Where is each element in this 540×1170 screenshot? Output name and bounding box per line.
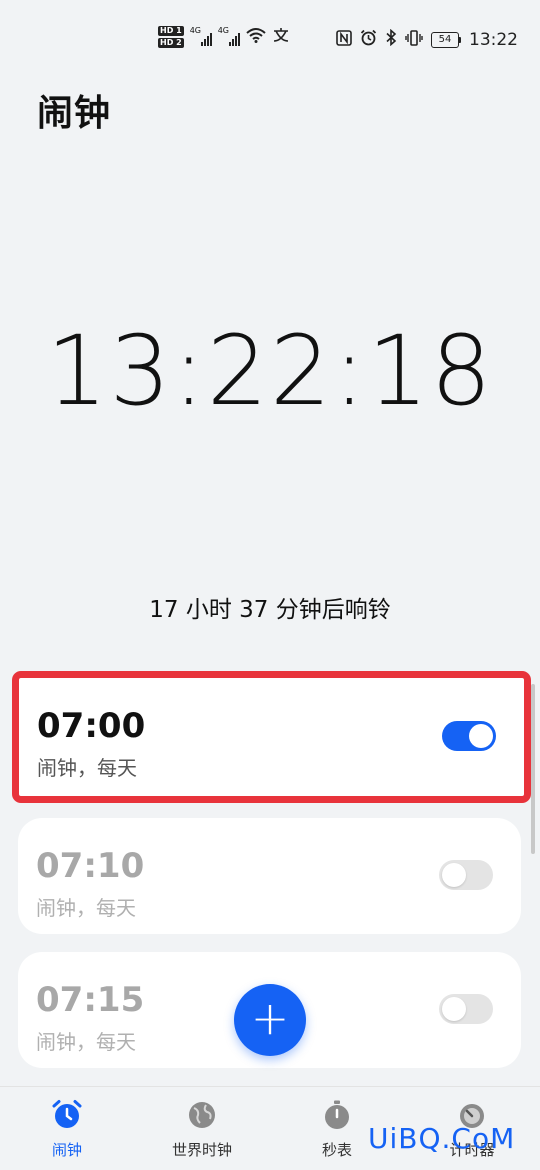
alarm-toggle-0710[interactable] — [439, 860, 493, 890]
list-scrollbar[interactable] — [531, 684, 535, 854]
status-time: 13:22 — [469, 29, 518, 50]
plus-icon: + — [250, 991, 290, 1045]
alarm-toggle-0700[interactable] — [442, 721, 496, 751]
toggle-knob — [442, 863, 466, 887]
hd1-badge: HD 1 — [158, 26, 184, 36]
alarm-status-icon — [360, 29, 377, 50]
watermark: UiBQ.CoM — [368, 1122, 516, 1155]
globe-icon — [186, 1099, 218, 1131]
nav-tab-world-clock[interactable]: 世界时钟 — [142, 1099, 262, 1160]
battery-level: 54 — [438, 34, 452, 45]
payment-icon — [272, 27, 290, 47]
page-title: 闹钟 — [37, 93, 112, 134]
alarm-card-0700[interactable]: 07:00 闹钟，每天 — [12, 671, 531, 803]
nfc-icon — [336, 29, 352, 50]
wifi-icon — [246, 27, 266, 47]
network-type-2: 4G — [217, 26, 229, 35]
alarm-card-0710[interactable]: 07:10 闹钟，每天 — [18, 818, 521, 934]
alarm-clock-icon — [51, 1099, 83, 1131]
battery-icon: 54 — [431, 31, 461, 48]
network-type-1: 4G — [189, 26, 201, 35]
toggle-knob — [469, 724, 493, 748]
stopwatch-icon — [321, 1099, 353, 1131]
alarm-repeat-label: 闹钟，每天 — [36, 896, 136, 920]
nav-tab-alarm[interactable]: 闹钟 — [7, 1099, 127, 1160]
alarm-time: 07:10 — [36, 846, 145, 886]
clock-app-screen: HD 1 HD 2 4G 4G 54 13:22 闹钟 13:22:18 17 … — [0, 0, 540, 1170]
add-alarm-button[interactable]: + — [234, 984, 306, 1056]
next-alarm-countdown: 17 小时 37 分钟后响铃 — [149, 597, 391, 623]
status-bar: HD 1 HD 2 4G 4G 54 13:22 — [0, 0, 540, 80]
nav-label: 秒表 — [321, 1141, 352, 1159]
nav-label: 闹钟 — [51, 1141, 82, 1159]
signal-1-icon: 4G — [190, 27, 212, 47]
alarm-toggle-0715[interactable] — [439, 994, 493, 1024]
current-time-display: 13:22:18 — [46, 315, 494, 427]
hd2-badge: HD 2 — [158, 38, 184, 48]
signal-2-icon: 4G — [218, 27, 240, 47]
hd-indicators: HD 1 HD 2 — [158, 26, 184, 48]
alarm-time: 07:15 — [36, 980, 145, 1020]
alarm-repeat-label: 闹钟，每天 — [37, 756, 137, 780]
alarm-time: 07:00 — [37, 706, 146, 746]
vibrate-icon — [405, 29, 423, 50]
toggle-knob — [442, 997, 466, 1021]
status-left: HD 1 HD 2 4G 4G — [158, 26, 290, 48]
status-right: 54 13:22 — [336, 28, 518, 50]
nav-label: 世界时钟 — [171, 1141, 232, 1159]
alarm-repeat-label: 闹钟，每天 — [36, 1030, 136, 1054]
bluetooth-icon — [385, 28, 397, 50]
